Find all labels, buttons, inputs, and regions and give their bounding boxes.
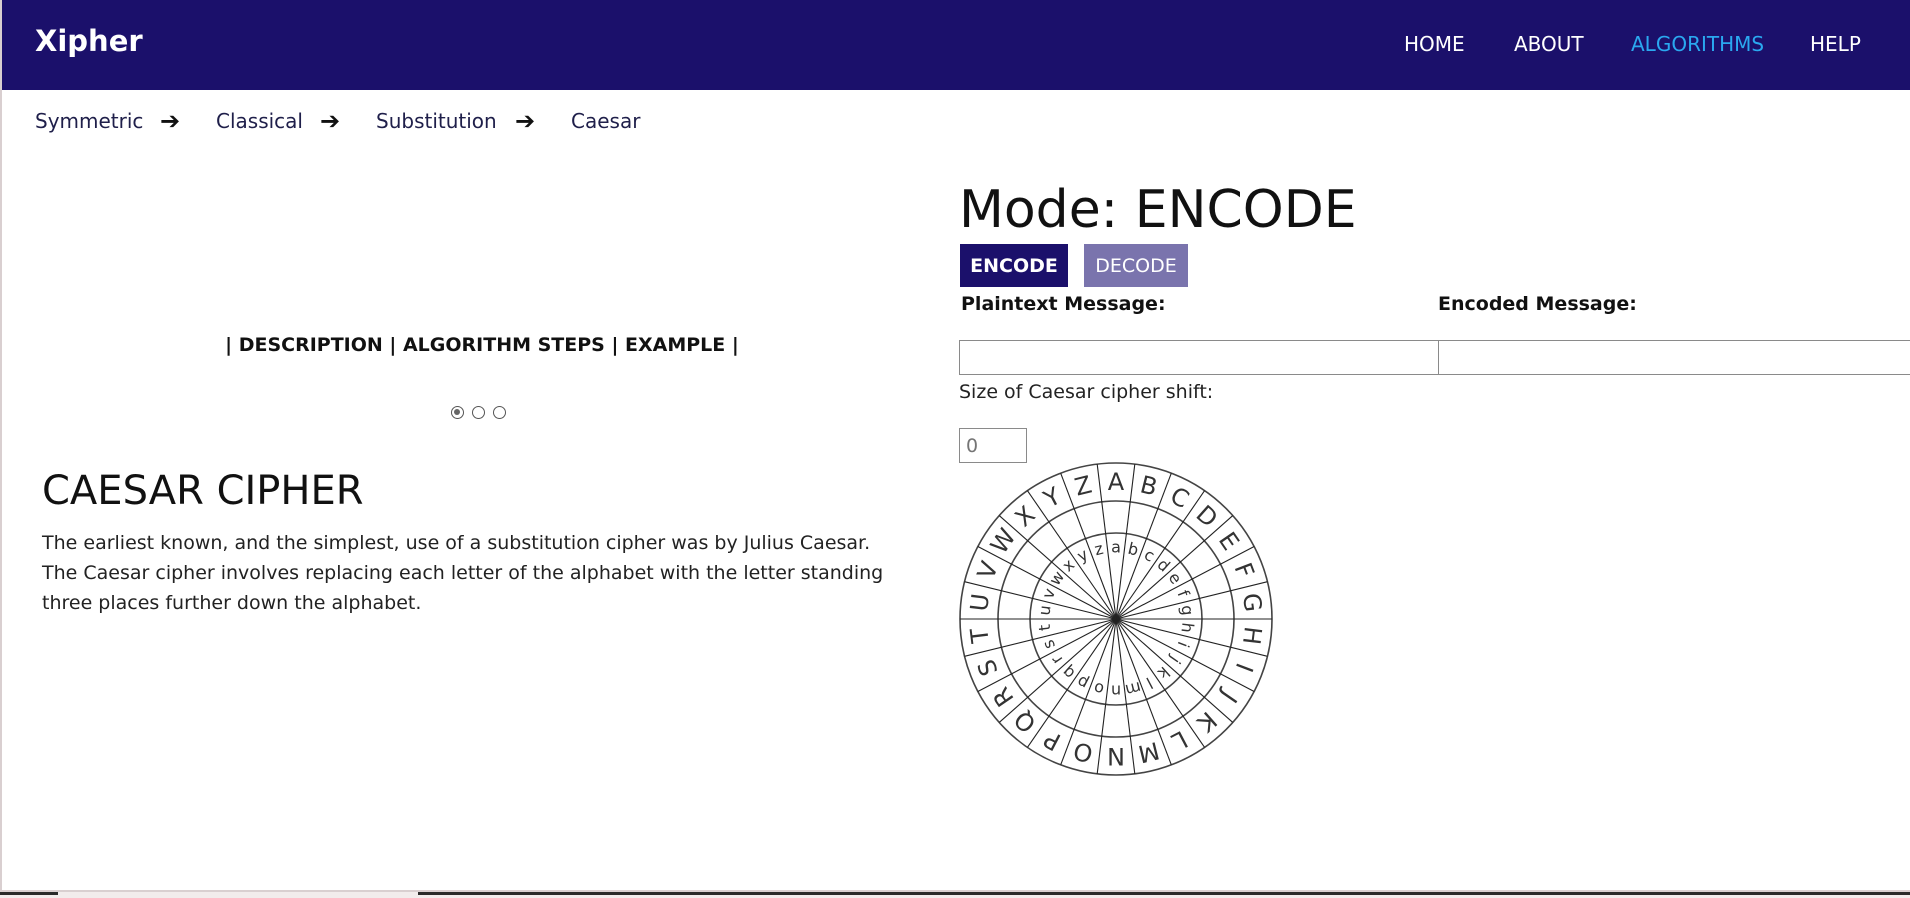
wheel-outer-letter: C (1166, 481, 1194, 514)
arrow-right-icon: ➔ (160, 107, 181, 135)
wheel-inner-letter: x (1058, 555, 1078, 576)
encoded-label: Encoded Message: (1438, 293, 1637, 315)
wheel-inner-letter: f (1173, 587, 1193, 599)
wheel-outer-letter: R (987, 682, 1020, 712)
nav-help-link[interactable]: HELP (1810, 32, 1861, 56)
wheel-inner-letter: a (1111, 538, 1121, 557)
wheel-inner-letter: u (1034, 604, 1054, 616)
wheel-inner-letter: l (1143, 673, 1156, 692)
tab-example[interactable]: EXAMPLE (625, 334, 725, 356)
wheel-outer-letter: F (1229, 559, 1260, 582)
wheel-outer-letter: T (965, 626, 995, 645)
decode-button[interactable]: DECODE (1084, 244, 1188, 287)
tab-separator: | (725, 334, 739, 356)
tab-separator: | (604, 334, 626, 356)
wheel-outer-letter: M (1135, 736, 1162, 768)
wheel-inner-letter: t (1035, 623, 1055, 632)
wheel-inner-letter: w (1045, 567, 1068, 589)
wheel-outer-letter: V (972, 557, 1004, 583)
wheel-inner-letter: i (1174, 639, 1193, 650)
wheel-inner-letter: h (1177, 622, 1197, 634)
wheel-inner-letter: q (1058, 662, 1078, 683)
wheel-outer-letter: U (965, 592, 995, 613)
encode-button[interactable]: ENCODE (960, 244, 1068, 287)
wheel-inner-letter: o (1092, 679, 1106, 700)
wheel-inner-letter: g (1177, 604, 1197, 616)
wheel-inner-letter: b (1126, 539, 1140, 560)
wheel-outer-letter: Z (1072, 470, 1095, 501)
carousel-dot-3[interactable] (493, 406, 506, 419)
wheel-outer-letter: L (1167, 725, 1192, 756)
wheel-outer-letter: O (1071, 736, 1096, 768)
page-frame: Xipher HOME ABOUT ALGORITHMS HELP Symmet… (0, 0, 1910, 892)
encoded-output[interactable] (1438, 340, 1910, 375)
info-tabs: | DESCRIPTION | ALGORITHM STEPS | EXAMPL… (2, 334, 962, 356)
breadcrumb-item-substitution[interactable]: Substitution (376, 109, 497, 133)
breadcrumb-item-caesar[interactable]: Caesar (571, 109, 640, 133)
carousel-dot-2[interactable] (472, 406, 485, 419)
wheel-inner-letter: n (1111, 682, 1121, 701)
tab-separator: | (382, 334, 403, 356)
wheel-outer-letter: G (1237, 592, 1267, 614)
tab-separator: | (225, 334, 239, 356)
shift-input[interactable] (959, 428, 1027, 463)
plaintext-input[interactable] (959, 340, 1439, 375)
tab-description[interactable]: DESCRIPTION (239, 334, 383, 356)
wheel-outer-letter: P (1039, 725, 1065, 757)
breadcrumb-item-symmetric[interactable]: Symmetric (35, 109, 143, 133)
wheel-inner-letter: e (1165, 569, 1186, 588)
cipher-title: CAESAR CIPHER (42, 468, 364, 514)
nav-about-link[interactable]: ABOUT (1514, 32, 1584, 56)
breadcrumb-item-classical[interactable]: Classical (216, 109, 303, 133)
wheel-outer-letter: Y (1038, 482, 1065, 514)
caesar-cipher-wheel: AaBbCcDdEe Ff GgHhIiJjKkLlMmNnOoPpQqRrSsT t… (959, 462, 1273, 776)
wheel-outer-letter: X (1010, 501, 1041, 533)
arrow-right-icon: ➔ (515, 107, 536, 135)
wheel-outer-letter: I (1230, 659, 1259, 676)
wheel-inner-letter: d (1154, 555, 1174, 576)
wheel-outer-letter: B (1137, 470, 1160, 501)
wheel-outer-letter: S (972, 655, 1004, 679)
wheel-outer-letter: H (1237, 625, 1267, 646)
brand-logo[interactable]: Xipher (35, 24, 143, 58)
arrow-right-icon: ➔ (320, 107, 341, 135)
shift-label: Size of Caesar cipher shift: (959, 381, 1214, 403)
cipher-description: The earliest known, and the simplest, us… (42, 532, 884, 614)
wheel-inner-letter: s (1038, 637, 1059, 652)
plaintext-label: Plaintext Message: (961, 293, 1166, 315)
wheel-inner-letter: m (1123, 678, 1143, 700)
top-navbar: Xipher HOME ABOUT ALGORITHMS HELP (2, 0, 1910, 90)
nav-home-link[interactable]: HOME (1404, 32, 1465, 56)
mode-title: Mode: ENCODE (959, 180, 1357, 240)
wheel-inner-letter: z (1092, 539, 1105, 559)
wheel-inner-letter: k (1153, 663, 1173, 684)
wheel-outer-letter: J (1215, 684, 1243, 707)
taskbar-strip (0, 892, 1910, 898)
wheel-outer-letter: A (1108, 468, 1125, 496)
carousel-dot-1[interactable] (451, 406, 464, 419)
tab-algorithm-steps[interactable]: ALGORITHM STEPS (403, 334, 605, 356)
wheel-outer-letter: E (1213, 527, 1245, 555)
nav-algorithms-link[interactable]: ALGORITHMS (1631, 32, 1764, 56)
wheel-outer-letter: N (1107, 742, 1125, 770)
